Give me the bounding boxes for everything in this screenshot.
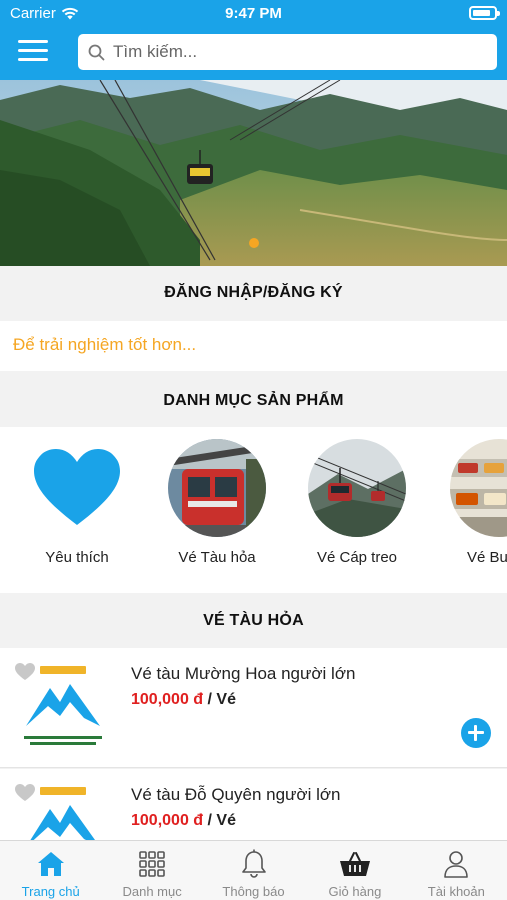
grid-icon [139,851,165,877]
category-heading: DANH MỤC SẢN PHẨM [0,374,507,428]
product-price: 100,000 đ / Vé [131,812,236,830]
bottom-tab-bar: Trang chủ Danh mục Thông báo Giỏ hàng Tà… [0,840,507,900]
train-photo [168,439,266,537]
category-label: Vé Bu [467,549,507,566]
login-heading[interactable]: ĐĂNG NHẬP/ĐĂNG KÝ [0,266,507,320]
category-label: Vé Cáp treo [316,549,398,566]
price-amount: 100,000 đ [131,691,204,708]
carousel-indicator[interactable] [249,238,259,248]
home-icon [37,852,64,876]
tab-label: Thông báo [222,884,285,899]
category-cable-car[interactable]: Vé Cáp treo [297,439,417,566]
banner-carousel[interactable] [0,80,507,266]
tab-label: Tài khoản [427,884,485,899]
tab-cart[interactable]: Giỏ hàng [304,841,405,900]
product-price: 100,000 đ / Vé [131,691,236,709]
cable-car-photo [308,439,406,537]
tab-notifications[interactable]: Thông báo [203,841,304,900]
top-header: Carrier 9:47 PM [0,0,507,80]
product-name: Vé tàu Mường Hoa người lớn [131,664,356,683]
price-unit: / Vé [207,812,236,829]
category-label: Vé Tàu hỏa [178,549,256,566]
user-icon [444,851,469,878]
heart-icon [28,439,126,537]
login-note[interactable]: Để trải nghiệm tốt hơn... [0,321,507,371]
search-input[interactable] [113,42,483,62]
category-buffet[interactable]: Vé Bu [437,439,507,566]
price-unit: / Vé [207,691,236,708]
travel-logo [20,666,106,752]
category-favorites[interactable]: Yêu thích [17,439,137,566]
battery-icon [469,6,500,20]
product-item[interactable]: Vé tàu Mường Hoa người lớn 100,000 đ / V… [0,648,507,768]
tab-home[interactable]: Trang chủ [0,841,101,900]
tab-account[interactable]: Tài khoản [406,841,507,900]
tab-label: Giỏ hàng [328,884,382,899]
bell-icon [241,849,266,878]
category-train[interactable]: Vé Tàu hỏa [157,439,277,566]
status-time: 9:47 PM [225,5,282,22]
tab-label: Trang chủ [21,884,80,899]
category-label: Yêu thích [45,549,109,566]
hamburger-menu-button[interactable] [18,40,48,64]
category-list: Yêu thích Vé Tàu hỏa Vé Cáp treo Vé Bu [0,427,507,593]
status-bar: Carrier 9:47 PM [0,0,507,28]
tab-categories[interactable]: Danh mục [101,841,202,900]
basket-icon [339,852,370,876]
search-bar[interactable] [78,34,497,70]
tab-label: Danh mục [122,884,182,899]
price-amount: 100,000 đ [131,812,204,829]
search-icon [88,44,105,60]
buffet-photo [450,439,507,537]
product-name: Vé tàu Đỗ Quyên người lớn [131,785,341,804]
product-section-heading: VÉ TÀU HỎA [0,594,507,648]
add-to-cart-button[interactable] [461,718,491,748]
